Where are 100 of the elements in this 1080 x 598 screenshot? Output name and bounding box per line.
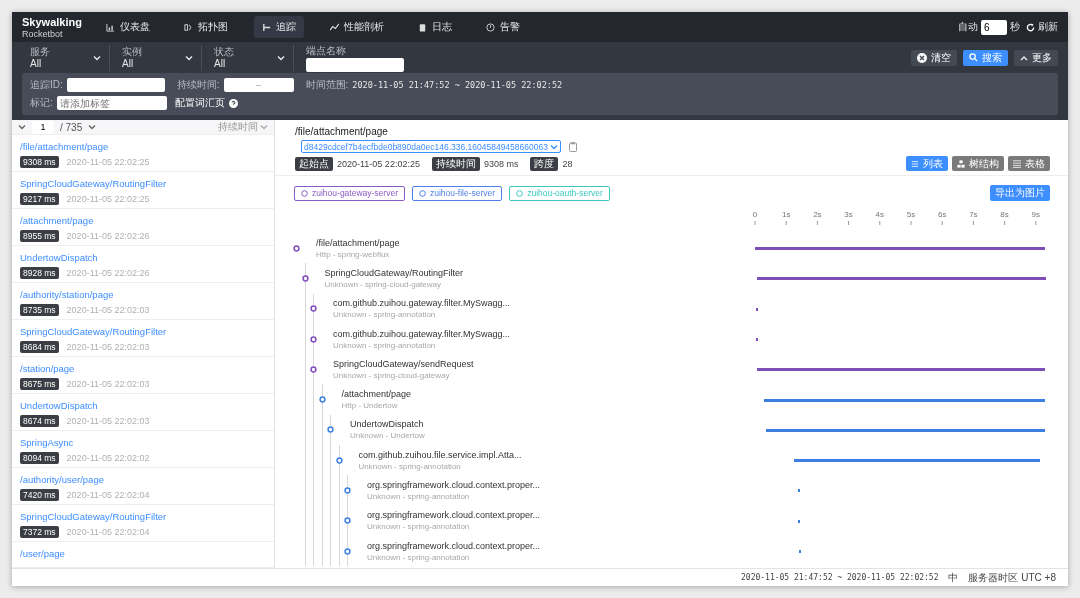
time-tick: 0 <box>752 210 758 219</box>
refresh-button[interactable]: 刷新 <box>1026 20 1058 34</box>
span-name: com.github.zuihou.gateway.filter.MySwagg... <box>333 298 510 309</box>
clear-button[interactable]: 清空 <box>911 49 957 66</box>
meta-value: 2020-11-05 22:02:25 <box>337 158 420 169</box>
trace-list-item[interactable]: /attachment/page 8955 ms 2020-11-05 22:02:26 <box>12 209 274 246</box>
duration-tag: 7420 ms <box>20 489 59 501</box>
time-range: 2020-11-05 21:47:52 ~ 2020-11-05 22:02:52 <box>352 80 563 90</box>
trace-list-item[interactable]: UndertowDispatch 8674 ms 2020-11-05 22:02:03 <box>12 394 274 431</box>
vocabulary-link[interactable]: 配置词汇页 <box>174 96 225 110</box>
span-node-icon <box>344 547 351 555</box>
circle-icon <box>516 189 524 197</box>
trace-name: SpringCloudGateway/RoutingFilter <box>20 511 168 522</box>
span-node-icon <box>344 517 351 525</box>
trace-list-item[interactable]: SpringCloudGateway/RoutingFilter 7372 ms 2020-11-05 22:02:04 <box>12 505 274 542</box>
filter-select[interactable]: 状态 All <box>206 44 294 71</box>
trace-list-item[interactable]: SpringCloudGateway/RoutingFilter 9217 ms 2020-11-05 22:02:25 <box>12 172 274 209</box>
filter-label: 端点名称 <box>306 43 347 58</box>
span-name: org.springframework.cloud.context.proper... <box>367 540 541 551</box>
start-time: 2020-11-05 22:02:03 <box>66 379 150 389</box>
chevron-up-icon <box>1020 54 1028 61</box>
time-tick: 3s <box>844 210 853 219</box>
page-field[interactable]: 1 <box>32 120 54 134</box>
auto-label: 自动 <box>958 20 978 34</box>
trace-name: /authority/station/page <box>20 289 115 300</box>
filter-select[interactable]: 服务 All <box>22 44 110 71</box>
span-name: UndertowDispatch <box>350 419 425 430</box>
span-node-icon <box>301 274 309 282</box>
meta-label: 跨度 <box>530 156 559 171</box>
time-tick: 8s <box>1000 210 1009 219</box>
trace-list-item[interactable]: SpringAsync 8094 ms 2020-11-05 22:02:02 <box>12 431 274 468</box>
language-label: 中 <box>948 570 959 585</box>
filter-select[interactable]: 实例 All <box>114 44 202 71</box>
meta-label: 持续时间 <box>431 156 480 171</box>
meta-value: 28 <box>562 158 573 169</box>
seconds-label: 秒 <box>1010 20 1020 34</box>
trace-list-item[interactable]: /station/page 8675 ms 2020-11-05 22:02:03 <box>12 357 274 394</box>
duration-tag: 8094 ms <box>20 452 59 464</box>
trace-list-item[interactable]: SpringCloudGateway/RoutingFilter 8684 ms 2020-11-05 22:02:03 <box>12 320 274 357</box>
span-name: com.github.zuihou.gateway.filter.MySwagg... <box>333 328 510 339</box>
chevron-down-icon <box>277 54 285 61</box>
chevron-down-icon <box>260 124 268 130</box>
trace-icon <box>262 22 271 32</box>
topology-icon <box>184 22 193 32</box>
brand-name: Skywalking <box>22 15 83 29</box>
more-button[interactable]: 更多 <box>1014 49 1058 66</box>
span-type: Unknown - spring-annotation <box>367 492 471 501</box>
trace-name: SpringCloudGateway/RoutingFilter <box>20 326 168 337</box>
nav-tab[interactable]: 拓扑图 <box>176 16 236 38</box>
clipboard-icon[interactable] <box>568 141 577 152</box>
trace-id-field[interactable] <box>66 78 165 92</box>
field-label: 标记: <box>30 96 53 110</box>
chevron-down-icon <box>549 143 558 150</box>
start-time: 2020-11-05 22:02:02 <box>66 453 150 463</box>
help-icon <box>228 98 238 108</box>
span-name: /attachment/page <box>341 389 412 400</box>
time-tick: 5s <box>906 210 916 219</box>
nav-tab[interactable]: 仪表盘 <box>98 16 158 38</box>
previous-icon <box>18 124 26 130</box>
trace-list-item[interactable]: /authority/station/page 8735 ms 2020-11-05 22:02:03 <box>12 283 274 320</box>
span-node-icon <box>327 426 334 434</box>
start-time: 2020-11-05 22:02:04 <box>66 490 150 500</box>
tags-field[interactable]: 请添加标签 <box>56 96 167 110</box>
endpoint-field[interactable] <box>306 57 404 72</box>
time-tick: 4s <box>875 210 885 219</box>
nav-tab[interactable]: 日志 <box>410 16 460 38</box>
view-toggle[interactable]: 表格 <box>1008 156 1050 171</box>
start-time: 2020-11-05 22:02:26 <box>66 231 150 241</box>
span-node-icon <box>310 305 317 313</box>
span-type: Http - spring-webflux <box>316 249 391 259</box>
nav-tab[interactable]: 告警 <box>478 16 528 38</box>
refresh-icon <box>1026 22 1035 32</box>
duration-tag: 9217 ms <box>20 193 59 205</box>
trace-list-item[interactable]: /authority/user/page 7420 ms 2020-11-05 22:02:04 <box>12 468 274 505</box>
field-label: 追踪ID: <box>30 78 63 92</box>
span-node-icon <box>293 244 300 252</box>
span-node-icon <box>335 456 343 464</box>
start-time: 2020-11-05 22:02:26 <box>66 268 150 278</box>
list-icon <box>911 159 919 168</box>
trace-name: UndertowDispatch <box>20 252 99 263</box>
close-icon <box>917 52 927 63</box>
span-name: org.springframework.cloud.context.proper... <box>367 480 541 490</box>
interval-field[interactable]: 6 <box>981 19 1007 35</box>
time-tick: 9s <box>1031 210 1041 219</box>
span-type: Unknown - spring-annotation <box>367 522 471 532</box>
duration-tag: 7372 ms <box>20 526 59 538</box>
service-tag[interactable]: zuihou-file-server <box>412 185 503 201</box>
trace-list-item[interactable]: /file/attachment/page 9308 ms 2020-11-05 22:02:25 <box>12 135 274 172</box>
line-chart-icon <box>330 22 339 32</box>
service-tag[interactable]: zuihou-gateway-server <box>294 185 405 201</box>
nav-tab[interactable]: 追踪 <box>254 16 304 38</box>
nav-tab[interactable]: 性能剖析 <box>322 16 392 38</box>
clipboard-icon <box>418 22 427 32</box>
view-toggle[interactable]: 树结构 <box>952 156 1004 171</box>
trace-name: /station/page <box>20 363 76 374</box>
start-time: 2020-11-05 22:02:03 <box>66 342 150 352</box>
trace-list-item[interactable]: UndertowDispatch 8928 ms 2020-11-05 22:02:26 <box>12 246 274 283</box>
span-type: Http - Undertow <box>341 401 399 411</box>
duration-tag: 8684 ms <box>20 341 59 353</box>
span-type: Unknown - spring-annotation <box>333 340 437 350</box>
